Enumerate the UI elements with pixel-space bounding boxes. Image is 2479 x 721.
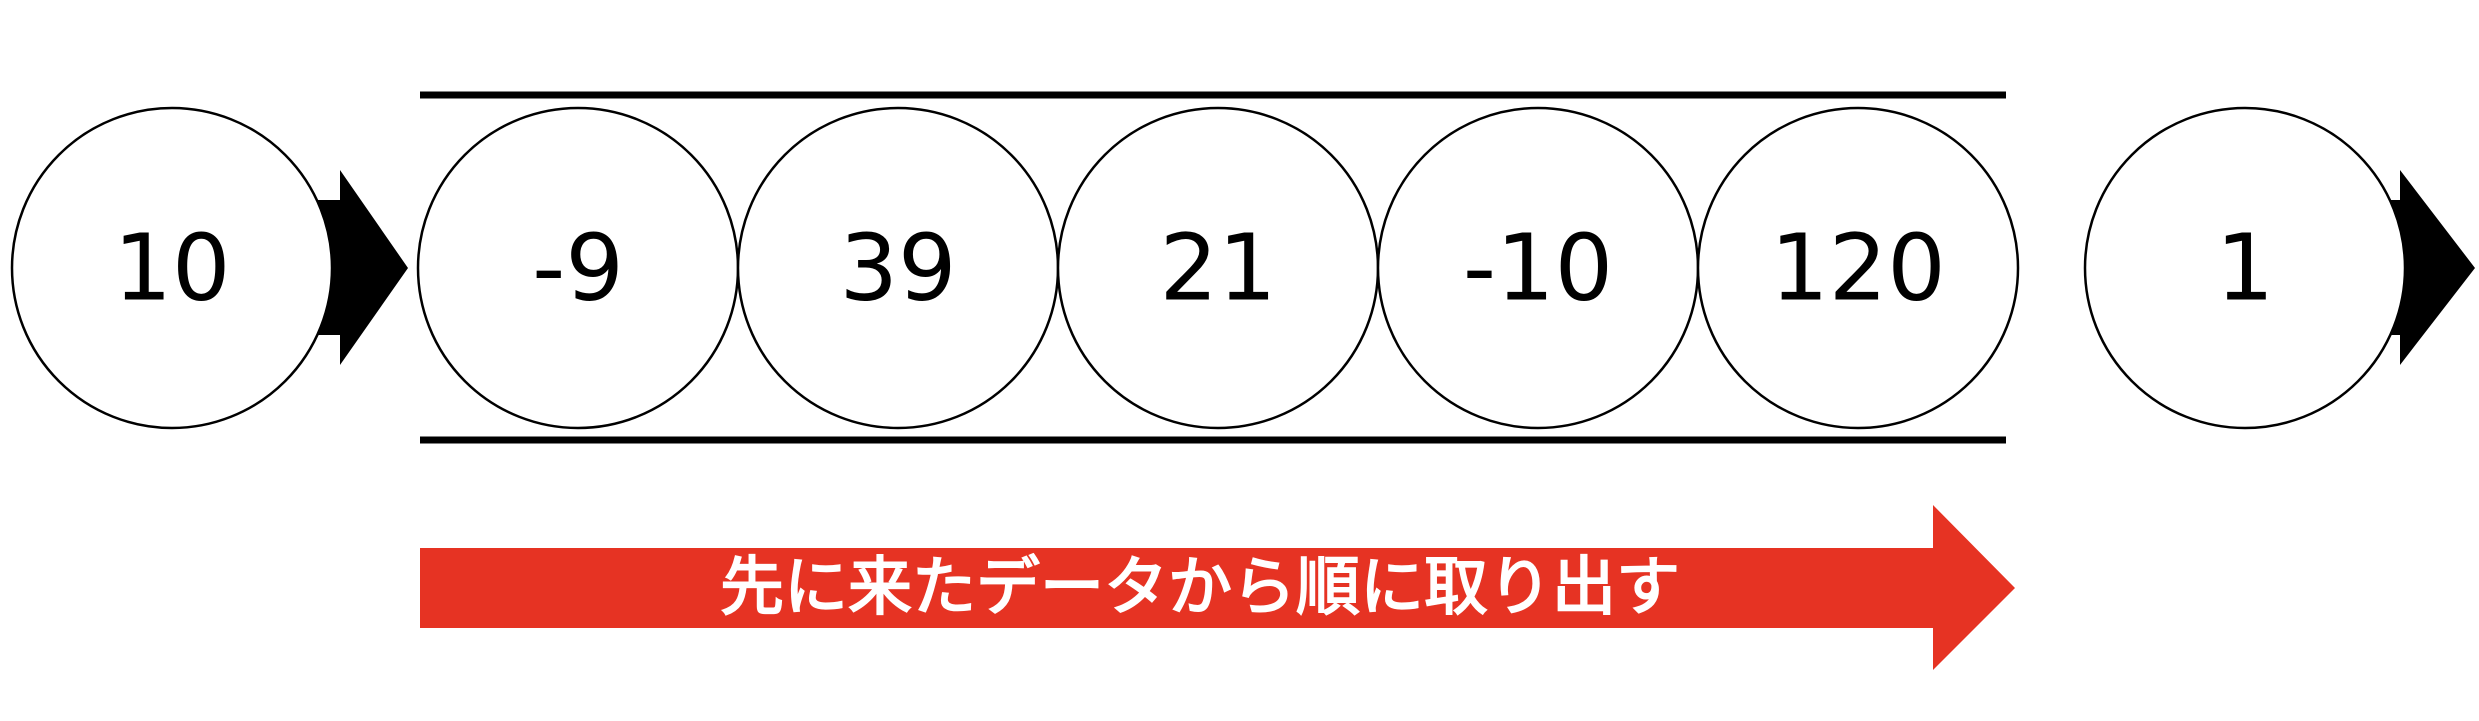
queue-node-value: -10: [1463, 215, 1613, 322]
queue-diagram: 10 -9 39 21 -10 120 1 先に来たデータから順に取り出す: [10, 91, 2475, 670]
outgoing-node: 1: [2083, 106, 2407, 430]
queue-node-value: 120: [1770, 215, 1946, 322]
incoming-node: 10: [10, 106, 334, 430]
queue-node: 39: [736, 106, 1060, 430]
queue-nodes: -9 39 21 -10 120: [416, 106, 2020, 430]
incoming-node-value: 10: [113, 215, 230, 322]
outgoing-node-value: 1: [2216, 215, 2275, 322]
queue-node-value: 21: [1159, 215, 1276, 322]
fifo-arrow-label: 先に来たデータから順に取り出す: [720, 551, 1680, 625]
queue-node-value: 39: [839, 215, 956, 322]
queue-node: -10: [1376, 106, 1700, 430]
queue-node: 21: [1056, 106, 1380, 430]
queue-node: 120: [1696, 106, 2020, 430]
queue-node: -9: [416, 106, 740, 430]
queue-node-value: -9: [532, 215, 624, 322]
fifo-direction-arrow: 先に来たデータから順に取り出す: [420, 505, 2015, 670]
